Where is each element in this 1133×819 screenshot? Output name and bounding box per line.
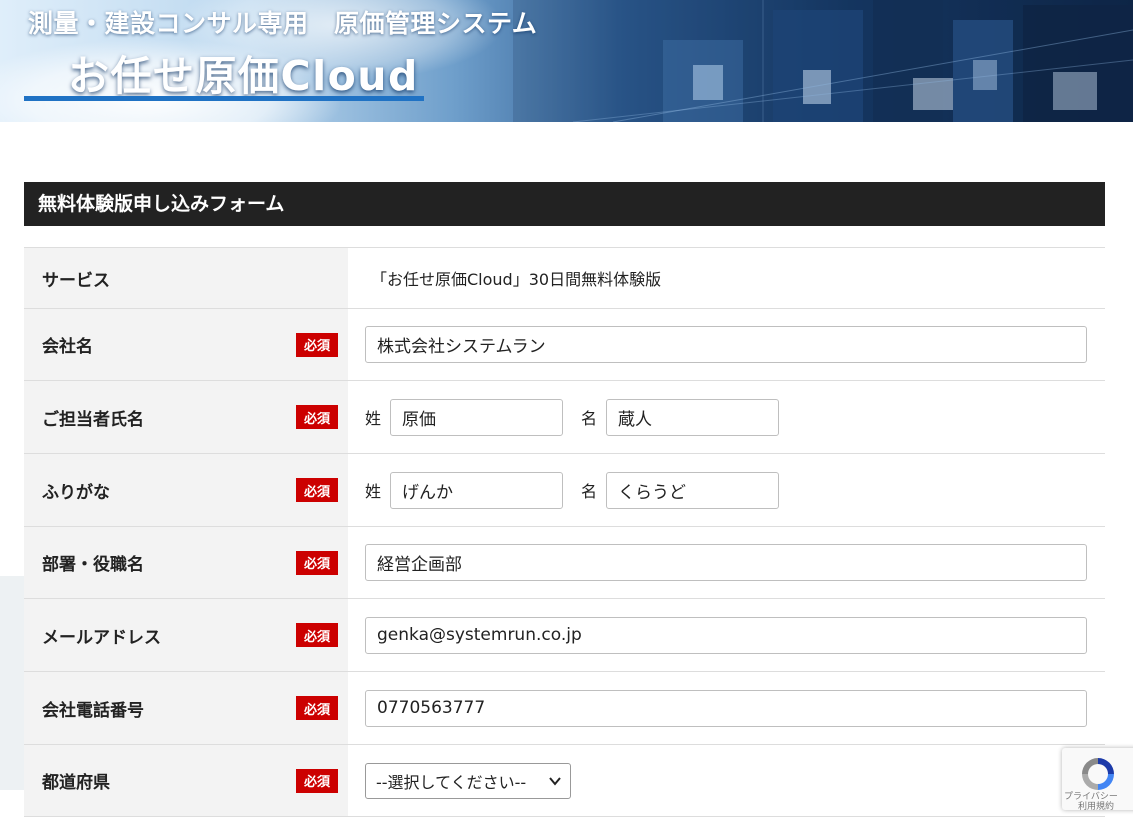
recaptcha-links: プライバシー 利用規約 <box>1064 792 1118 810</box>
first-name-label: 名 <box>581 409 598 428</box>
field-label: ふりがな <box>42 482 110 503</box>
field-label-cell: ご担当者氏名 必須 <box>24 381 348 453</box>
last-name-kana-label: 姓 <box>365 482 382 501</box>
field-label-cell: メールアドレス 必須 <box>24 599 348 671</box>
field-label: 会社名 <box>42 337 93 357</box>
prefecture-select[interactable]: --選択してください-- <box>365 762 571 799</box>
field-label-cell: 部署・役職名 必須 <box>24 527 348 598</box>
phone-input[interactable]: 0770563777 <box>365 689 1087 727</box>
field-label: ご担当者氏名 <box>42 409 144 430</box>
site-banner: 測量・建設コンサル専用 原価管理システム お任せ原価Cloud <box>0 0 1133 122</box>
required-badge: 必須 <box>296 768 338 793</box>
field-label-cell: 都道府県 必須 <box>24 745 348 816</box>
first-name-input[interactable]: 蔵人 <box>606 398 779 436</box>
form-row-company: 会社名 必須 株式会社システムラン <box>24 309 1105 381</box>
recaptcha-badge[interactable]: プライバシー 利用規約 <box>1062 748 1133 810</box>
field-label-cell: 会社名 必須 <box>24 309 348 380</box>
recaptcha-terms-link[interactable]: 利用規約 <box>1064 802 1118 810</box>
field-value-cell: 株式会社システムラン <box>348 309 1105 380</box>
form-row-contact-name: ご担当者氏名 必須 姓 原価 名 蔵人 <box>24 381 1105 454</box>
prefecture-selected-value: --選択してください-- <box>376 772 527 792</box>
field-label-cell: ふりがな 必須 <box>24 454 348 526</box>
field-label-cell: 会社電話番号 必須 <box>24 672 348 744</box>
field-label: メールアドレス <box>42 627 161 648</box>
recaptcha-privacy-link[interactable]: プライバシー <box>1064 792 1118 802</box>
required-badge: 必須 <box>296 550 338 575</box>
field-value-cell: --選択してください-- <box>348 745 1105 816</box>
department-input[interactable]: 経営企画部 <box>365 544 1087 581</box>
form-row-phone: 会社電話番号 必須 0770563777 <box>24 672 1105 745</box>
last-name-label: 姓 <box>365 409 382 428</box>
form-row-email: メールアドレス 必須 genka@systemrun.co.jp <box>24 599 1105 672</box>
field-value-cell: 姓 げんか 名 くらうど <box>348 454 1105 526</box>
field-value-cell: 経営企画部 <box>348 527 1105 598</box>
field-value-cell: 姓 原価 名 蔵人 <box>348 381 1105 453</box>
banner-underline <box>24 96 424 101</box>
form-row-service: サービス 「お任せ原価Cloud」30日間無料体験版 <box>24 248 1105 309</box>
field-label: サービス <box>24 248 348 308</box>
banner-city-illustration <box>513 0 1133 122</box>
required-badge: 必須 <box>296 332 338 357</box>
field-label: 都道府県 <box>42 773 110 793</box>
field-value-cell: 0770563777 <box>348 672 1105 744</box>
form-row-furigana: ふりがな 必須 姓 げんか 名 くらうど <box>24 454 1105 527</box>
last-name-kana-input[interactable]: げんか <box>390 471 563 509</box>
required-badge: 必須 <box>296 696 338 720</box>
banner-title: お任せ原価Cloud <box>68 52 419 100</box>
banner-subtitle: 測量・建設コンサル専用 原価管理システム <box>28 9 538 38</box>
recaptcha-icon <box>1082 758 1114 790</box>
field-label: 部署・役職名 <box>42 555 144 575</box>
form-title: 無料体験版申し込みフォーム <box>24 182 1105 226</box>
required-badge: 必須 <box>296 405 338 429</box>
required-badge: 必須 <box>296 623 338 647</box>
first-name-kana-input[interactable]: くらうど <box>606 471 779 509</box>
form-row-department: 部署・役職名 必須 経営企画部 <box>24 527 1105 599</box>
service-name: 「お任せ原価Cloud」30日間無料体験版 <box>371 270 662 289</box>
field-value-cell: 「お任せ原価Cloud」30日間無料体験版 <box>348 248 1105 308</box>
chevron-down-icon <box>549 776 561 786</box>
last-name-input[interactable]: 原価 <box>390 398 563 436</box>
field-value-cell: genka@systemrun.co.jp <box>348 599 1105 671</box>
required-badge: 必須 <box>296 478 338 502</box>
trial-application-form: サービス 「お任せ原価Cloud」30日間無料体験版 会社名 必須 株式会社シス… <box>24 247 1105 817</box>
first-name-kana-label: 名 <box>581 482 598 501</box>
form-row-prefecture: 都道府県 必須 --選択してください-- <box>24 745 1105 817</box>
company-name-input[interactable]: 株式会社システムラン <box>365 326 1087 363</box>
side-strip <box>0 576 24 790</box>
email-input[interactable]: genka@systemrun.co.jp <box>365 616 1087 654</box>
field-label: 会社電話番号 <box>42 700 144 721</box>
